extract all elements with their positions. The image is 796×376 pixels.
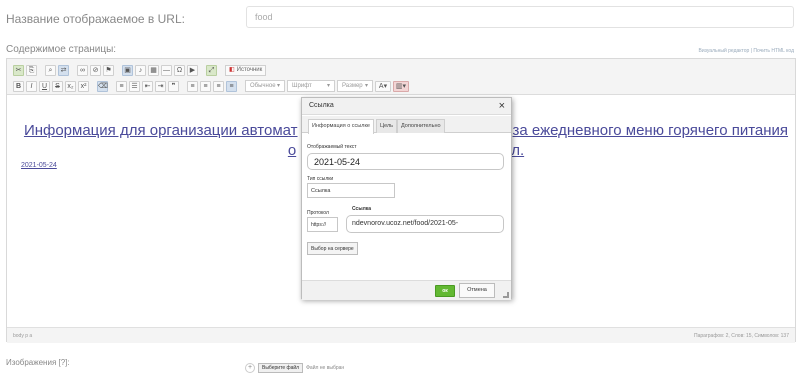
cut-icon[interactable]: ✂ xyxy=(13,64,24,76)
close-icon[interactable]: × xyxy=(499,99,505,113)
copy-icon[interactable]: ⎘ xyxy=(26,64,37,76)
bg-color-icon[interactable]: ▥▾ xyxy=(393,80,409,92)
add-icon[interactable]: + xyxy=(245,363,255,373)
chevron-down-icon: ▾ xyxy=(326,83,330,89)
editor-mode-links[interactable]: Визуальный редактор | Почить HTML код xyxy=(698,48,794,54)
tab-target[interactable]: Цель xyxy=(376,119,398,133)
dialog-title: Ссылка xyxy=(309,102,334,109)
ok-button[interactable]: ок xyxy=(435,285,455,297)
tab-link-info[interactable]: Информация о ссылке xyxy=(308,119,374,134)
video-icon[interactable]: ▶ xyxy=(187,64,198,76)
heading-line2-left: о xyxy=(287,142,297,159)
align-left-icon[interactable]: ≡ xyxy=(187,80,198,92)
link-type-label: Тип ссылки xyxy=(307,176,334,182)
find-icon[interactable]: ⌕ xyxy=(45,64,56,76)
choose-file-button[interactable]: Выберите файл xyxy=(258,363,304,373)
url-name-label: Название отображаемое в URL: xyxy=(6,12,185,26)
toolbar-row-2: B I U S x₂ x² ⌫ ≡ ☰ ⇤ ⇥ ❞ ≡ ≡ ≡ ≡ Обычно… xyxy=(13,79,409,93)
heading-line2-right: л. xyxy=(511,142,525,159)
word-count: Параграфов: 2, Слов: 15, Символов: 137 xyxy=(694,333,789,339)
format-select-label: Обычное xyxy=(250,83,276,89)
size-select[interactable]: Размер ▾ xyxy=(337,80,373,92)
numbered-list-icon[interactable]: ≡ xyxy=(116,80,127,92)
chevron-down-icon: ▾ xyxy=(276,83,280,89)
toolbar-row-1: ✂ ⎘ ⌕ ⇄ ∞ ⊘ ⚑ ▣ ♪ ▦ ― Ω ▶ ⤢ ◧ Источник xyxy=(13,63,267,77)
special-char-icon[interactable]: Ω xyxy=(174,64,185,76)
anchor-icon[interactable]: ⚑ xyxy=(103,64,114,76)
resize-handle-icon[interactable] xyxy=(503,292,509,298)
table-icon[interactable]: ▦ xyxy=(148,64,159,76)
source-label: Источник xyxy=(236,66,263,73)
no-file-text: Файл не выбран xyxy=(306,365,345,371)
file-upload: + Выберите файл Файл не выбран xyxy=(245,363,344,373)
text-color-icon[interactable]: A▾ xyxy=(375,80,391,92)
dialog-titlebar[interactable]: Ссылка × xyxy=(302,98,511,115)
align-justify-icon[interactable]: ≡ xyxy=(226,80,237,92)
hr-icon[interactable]: ― xyxy=(161,64,172,76)
font-select-label: Шрифт xyxy=(292,83,312,89)
outdent-icon[interactable]: ⇤ xyxy=(142,80,153,92)
blockquote-icon[interactable]: ❞ xyxy=(168,80,179,92)
maximize-icon[interactable]: ⤢ xyxy=(206,64,217,76)
display-text-label: Отображаемый текст xyxy=(307,144,357,150)
cancel-button[interactable]: Отмена xyxy=(459,283,495,298)
image-icon[interactable]: ▣ xyxy=(122,64,133,76)
replace-icon[interactable]: ⇄ xyxy=(58,64,69,76)
protocol-select[interactable]: https:// xyxy=(307,217,338,232)
date-link[interactable]: 2021-05-24 xyxy=(21,162,57,169)
unlink-icon[interactable]: ⊘ xyxy=(90,64,101,76)
indent-icon[interactable]: ⇥ xyxy=(155,80,166,92)
format-select[interactable]: Обычное ▾ xyxy=(245,80,285,92)
dialog-tabs: Информация о ссылке Цель Дополнительно xyxy=(302,116,511,134)
editor-toolbar: ✂ ⎘ ⌕ ⇄ ∞ ⊘ ⚑ ▣ ♪ ▦ ― Ω ▶ ⤢ ◧ Источник B xyxy=(7,59,795,95)
element-path[interactable]: body p a xyxy=(13,333,32,339)
italic-icon[interactable]: I xyxy=(26,80,37,92)
editor-statusbar: body p a Параграфов: 2, Слов: 15, Символ… xyxy=(7,327,795,343)
dialog-footer: ок Отмена xyxy=(302,280,511,300)
heading-right: за ежедневного меню горячего питания xyxy=(512,122,789,139)
url-label: Ссылка xyxy=(352,206,372,212)
bold-icon[interactable]: B xyxy=(13,80,24,92)
align-right-icon[interactable]: ≡ xyxy=(213,80,224,92)
browse-server-button[interactable]: Выбор на сервере xyxy=(307,242,358,255)
link-dialog: Ссылка × Информация о ссылке Цель Дополн… xyxy=(301,97,512,300)
link-icon[interactable]: ∞ xyxy=(77,64,88,76)
source-icon: ◧ xyxy=(229,66,235,73)
source-button[interactable]: ◧ Источник xyxy=(225,64,267,76)
bulleted-list-icon[interactable]: ☰ xyxy=(129,80,140,92)
heading-left: Информация для организации автомат xyxy=(23,122,298,139)
superscript-icon[interactable]: x² xyxy=(78,80,89,92)
tab-advanced[interactable]: Дополнительно xyxy=(397,119,445,133)
strike-icon[interactable]: S xyxy=(52,80,63,92)
protocol-label: Протокол xyxy=(307,210,329,216)
underline-icon[interactable]: U xyxy=(39,80,50,92)
subscript-icon[interactable]: x₂ xyxy=(65,80,76,92)
size-select-label: Размер xyxy=(342,83,363,89)
align-center-icon[interactable]: ≡ xyxy=(200,80,211,92)
link-type-select[interactable]: Ссылка xyxy=(307,183,395,198)
url-name-input[interactable]: food xyxy=(246,6,794,28)
images-label: Изображения [?]: xyxy=(6,358,70,367)
remove-format-icon[interactable]: ⌫ xyxy=(97,80,108,92)
audio-icon[interactable]: ♪ xyxy=(135,64,146,76)
page-content-label: Содержимое страницы: xyxy=(6,44,117,55)
font-select[interactable]: Шрифт ▾ xyxy=(287,80,335,92)
display-text-input[interactable]: 2021-05-24 xyxy=(307,153,504,170)
url-input[interactable]: ndevnorov.ucoz.net/food/2021-05- xyxy=(346,215,504,233)
chevron-down-icon: ▾ xyxy=(364,83,368,89)
